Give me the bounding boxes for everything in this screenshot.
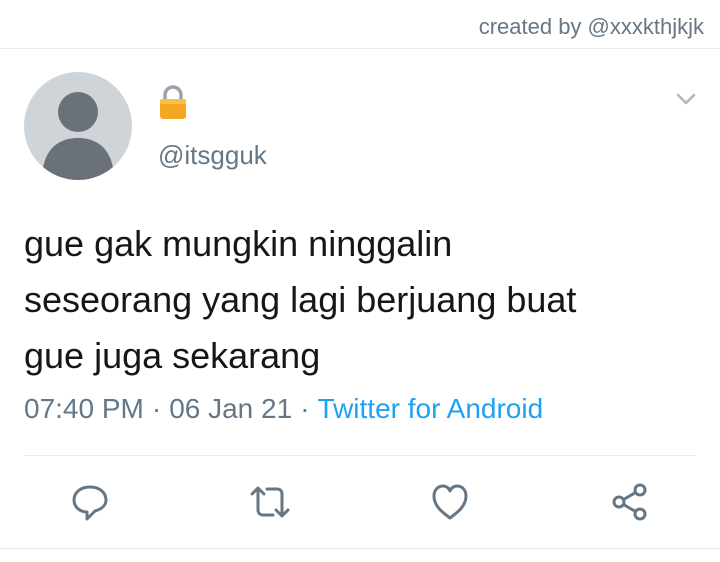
meta-separator: · [151, 393, 162, 424]
avatar[interactable] [24, 72, 132, 180]
user-handle[interactable]: @itsgguk [158, 140, 267, 171]
like-icon[interactable] [428, 480, 472, 524]
lock-icon [158, 84, 188, 125]
tweet-meta: 07:40 PM · 06 Jan 21 · Twitter for Android [24, 393, 543, 425]
tweet-time: 07:40 PM [24, 393, 144, 424]
tweet-source-link[interactable]: Twitter for Android [318, 393, 544, 424]
tweet-text: gue gak mungkin ninggalin seseorang yang… [24, 216, 704, 384]
retweet-icon[interactable] [248, 480, 292, 524]
credit-text: created by @xxxkthjkjk [478, 14, 704, 39]
top-divider [0, 48, 720, 49]
default-avatar-icon [42, 92, 114, 180]
tweet-text-line: gue juga sekarang [24, 335, 321, 376]
bottom-divider [0, 548, 720, 549]
meta-separator: · [300, 393, 310, 424]
tweet-date: 06 Jan 21 [169, 393, 293, 424]
reply-icon[interactable] [68, 480, 112, 524]
tweet-text-line: seseorang yang lagi berjuang buat [24, 279, 577, 320]
action-bar [0, 480, 720, 524]
chevron-down-icon[interactable] [676, 92, 696, 106]
tweet-text-line: gue gak mungkin ninggalin [24, 223, 453, 264]
share-icon[interactable] [608, 480, 652, 524]
actions-divider [24, 455, 696, 456]
